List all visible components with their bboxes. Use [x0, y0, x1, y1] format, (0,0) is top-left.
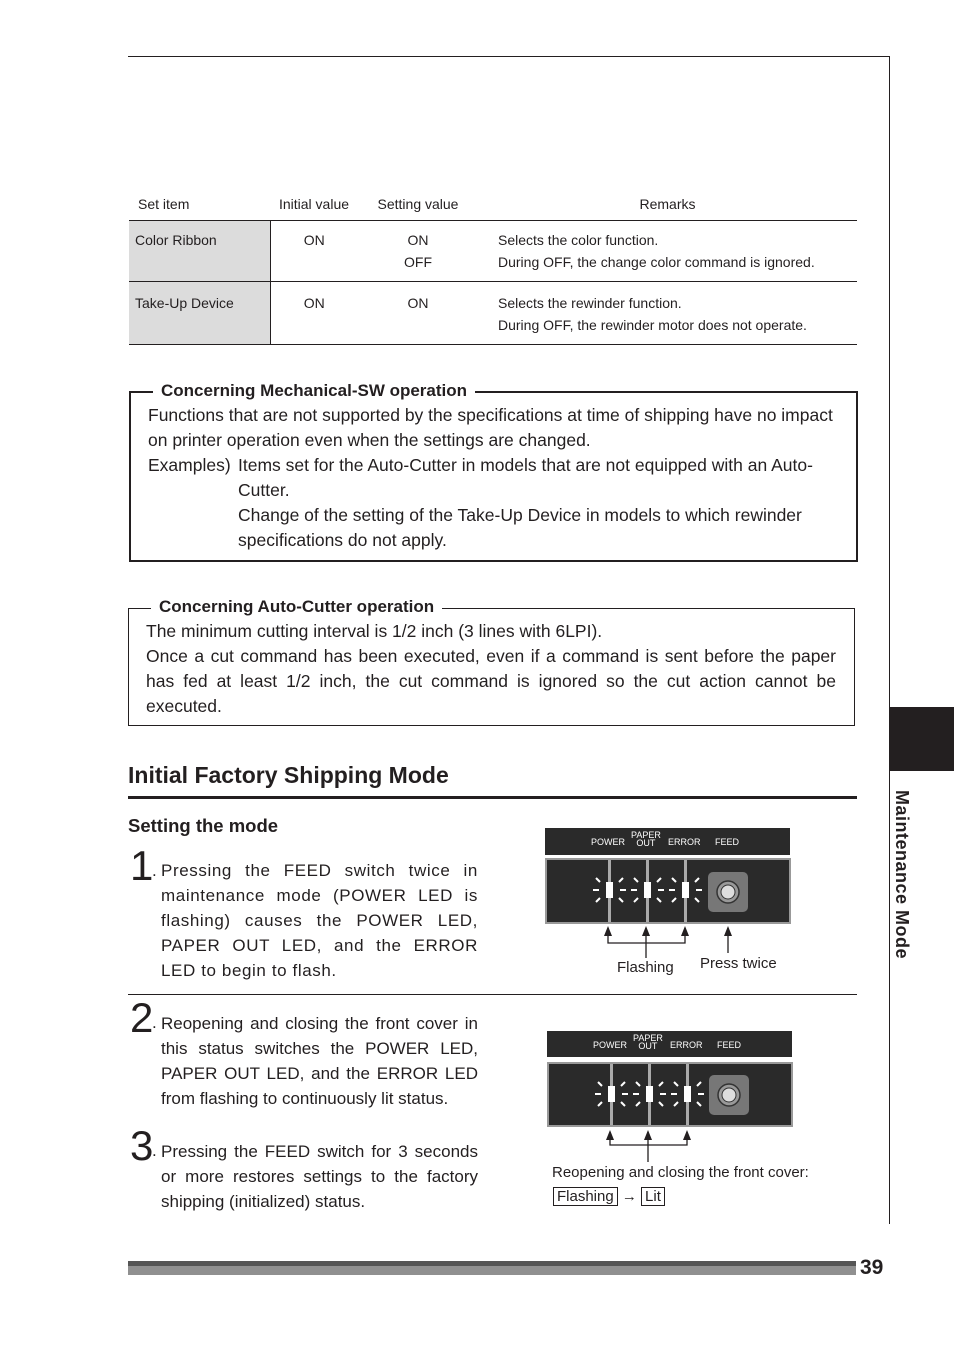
right-rule: [889, 56, 890, 1224]
footer-bar-light: [128, 1266, 856, 1275]
label-error: ERROR: [670, 1040, 703, 1050]
top-rule: [128, 56, 890, 57]
section-rule: [128, 796, 857, 799]
label-power: POWER: [591, 837, 626, 847]
col-header-remarks: Remarks: [478, 188, 857, 221]
cell-setting-value: ON OFF: [358, 220, 478, 282]
label-feed: FEED: [715, 837, 740, 847]
step-1: 1 . Pressing the FEED switch twice in ma…: [128, 842, 478, 983]
state-transition: Flashing → Lit: [553, 1187, 665, 1206]
label-feed: FEED: [717, 1040, 742, 1050]
step-text: Reopening and closing the front cover in…: [161, 1014, 478, 1108]
note-line: Once a cut command has been executed, ev…: [146, 646, 836, 716]
feed-button: [709, 1075, 749, 1115]
step-number: 1: [130, 842, 154, 889]
table-header-row: Set item Initial value Setting value Rem…: [129, 188, 857, 221]
feed-button: [708, 872, 748, 912]
step-number: 3: [130, 1122, 154, 1169]
table-row: Take-Up Device ON ON Selects the rewinde…: [129, 281, 857, 345]
side-tab-label: Maintenance Mode: [874, 790, 934, 980]
examples-label: Examples): [148, 455, 231, 475]
panel-label-strip: POWER PAPER OUT ERROR FEED: [545, 828, 790, 855]
step-text: Pressing the FEED switch twice in mainte…: [161, 861, 478, 980]
remark-line: Selects the color function.: [498, 232, 659, 248]
pointer-arrows: [607, 928, 729, 958]
example-item: Items set for the Auto-Cutter in models …: [238, 455, 813, 500]
table-row: Color Ribbon ON ON OFF Selects the color …: [129, 220, 857, 282]
note-line: The minimum cutting interval is 1/2 inch…: [146, 621, 603, 641]
col-header-initial-value: Initial value: [270, 188, 358, 221]
setting-option: OFF: [404, 254, 432, 270]
caption-front-cover: Reopening and closing the front cover:: [552, 1164, 809, 1181]
section-subtitle: Setting the mode: [128, 815, 279, 836]
settings-table: Set item Initial value Setting value Rem…: [129, 188, 857, 345]
note-auto-cutter: Concerning Auto-Cutter operation The min…: [128, 594, 855, 726]
step-number: 2: [130, 994, 154, 1041]
state-flashing: Flashing: [553, 1187, 618, 1206]
cell-remarks: Selects the rewinder function. During OFF…: [478, 281, 857, 345]
page-number: 39: [860, 1256, 884, 1279]
figure-panel-flashing: POWER PAPER OUT ERROR FEED Flashing Press…: [545, 828, 793, 978]
cell-initial-value: ON: [270, 281, 358, 345]
label-paper-out: PAPER OUT: [631, 830, 661, 848]
col-header-setting-value: Setting value: [358, 188, 478, 221]
state-lit: Lit: [641, 1187, 665, 1206]
label-paper-out: PAPER OUT: [633, 1033, 663, 1051]
remark-line: During OFF, the rewinder motor does not …: [498, 317, 807, 333]
col-header-set-item: Set item: [129, 188, 270, 221]
note-text: Functions that are not supported by the …: [148, 405, 833, 450]
side-tab-text: Maintenance Mode: [892, 790, 912, 960]
setting-option: ON: [407, 232, 429, 248]
cell-initial-value: ON: [270, 220, 358, 282]
caption-flashing: Flashing: [617, 959, 674, 976]
note-title: Concerning Mechanical-SW operation: [153, 378, 476, 403]
remark-line: Selects the rewinder function.: [498, 295, 682, 311]
example-item: Change of the setting of the Take-Up Dev…: [238, 505, 802, 550]
led-panel-drawing: [547, 1062, 793, 1162]
step-divider: [128, 994, 857, 995]
figure-panel-lit: POWER PAPER OUT ERROR FEED Reopening and …: [547, 1031, 857, 1216]
step-2: 2 . Reopening and closing the front cove…: [128, 994, 478, 1111]
section-title: Initial Factory Shipping Mode: [128, 762, 449, 788]
step-text: Pressing the FEED switch for 3 seconds o…: [161, 1142, 478, 1211]
remark-line: During OFF, the change color command is …: [498, 254, 815, 270]
cell-set-item: Color Ribbon: [129, 220, 271, 282]
label-power: POWER: [593, 1040, 628, 1050]
note-mechanical-sw: Concerning Mechanical-SW operation Funct…: [129, 378, 858, 562]
cell-remarks: Selects the color function. During OFF, t…: [478, 220, 857, 282]
caption-press-twice: Press twice: [700, 955, 777, 972]
cell-setting-value: ON: [358, 281, 478, 345]
step-3: 3 . Pressing the FEED switch for 3 secon…: [128, 1122, 478, 1214]
note-title: Concerning Auto-Cutter operation: [151, 594, 443, 619]
label-error: ERROR: [668, 837, 701, 847]
cell-set-item: Take-Up Device: [129, 281, 271, 345]
arrow-right-icon: →: [621, 1188, 637, 1205]
chapter-tab: [889, 707, 954, 771]
panel-label-strip: POWER PAPER OUT ERROR FEED: [547, 1031, 792, 1057]
